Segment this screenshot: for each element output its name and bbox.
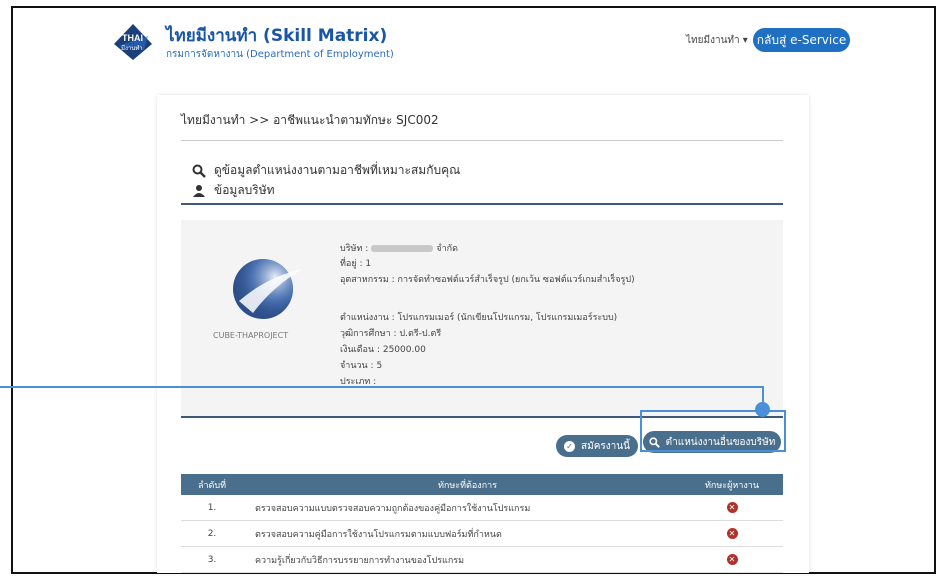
row-no: 1. [181,495,243,521]
col-header-skill: ทักษะที่ต้องการ [243,474,681,495]
table-header-row: ลำดับที่ ทักษะที่ต้องการ ทักษะผู้หางาน [181,474,783,495]
row-no: 2. [181,520,243,547]
eservice-button[interactable]: กลับสู่ e-Service [753,28,850,52]
table-row: 3. ความรู้เกี่ยวกับวิธีการบรรยายการทำงาน… [181,546,783,573]
row-skill: ตรวจสอบความคู่มือการใช้งานโปรแกรมตามแบบฟ… [243,520,681,547]
apply-job-label: สมัครงานนี้ [581,440,630,452]
search-section-label: ดูข้อมูลตำแหน่งงานตามอาชีพที่เหมาะสมกับค… [214,163,461,177]
breadcrumb: ไทยมีงานทำ >> อาชีพแนะนำตามทักษะ SJC002 [181,113,439,127]
row-no: 3. [181,546,243,573]
job-salary: เงินเดือน : 25000.00 [340,345,426,355]
col-header-seeker: ทักษะผู้หางาน [681,474,783,495]
thai-logo[interactable]: THAI มีงานทำ [110,22,156,62]
check-circle-icon: ✓ [564,440,576,452]
job-education: วุฒิการศึกษา : ป.ตรี-ป.ตรี [340,329,442,339]
company-name-blurred [371,245,434,252]
x-circle-icon: ✕ [726,554,738,565]
logo-text-top: THAI [122,33,143,43]
annotation-pointer-line [0,386,764,388]
user-icon [193,184,205,197]
company-logo-caption: CUBE-THAPROJECT [213,331,288,340]
job-count: จำนวน : 5 [340,361,383,371]
apply-job-button[interactable]: ✓ สมัครงานนี้ [556,435,638,457]
skills-table: ลำดับที่ ทักษะที่ต้องการ ทักษะผู้หางาน 1… [181,474,783,573]
company-logo: CUBE-THAPROJECT [213,241,328,346]
company-section-label: ข้อมูลบริษัท [214,183,275,197]
job-position: ตำแหน่งงาน : โปรแกรมเมอร์ (นักเขียนโปรแก… [340,313,618,323]
search-section-title: ดูข้อมูลตำแหน่งงานตามอาชีพที่เหมาะสมกับค… [192,161,460,180]
annotation-pointer-dot [755,402,770,417]
search-icon [192,164,206,178]
row-skill: ตรวจสอบความแบบตรวจสอบความถูกต้องของคู่มื… [243,495,681,521]
company-name-line: บริษัท : จำกัด [340,241,458,255]
section-divider [181,203,783,205]
row-skill: ความรู้เกี่ยวกับวิธีการบรรยายการทำงานของ… [243,546,681,573]
x-circle-icon: ✕ [726,528,738,539]
company-section-title: ข้อมูลบริษัท [192,181,275,200]
col-header-no: ลำดับที่ [181,474,243,495]
company-address: ที่อยู่ : 1 [340,259,372,269]
nav-menu-dropdown[interactable]: ไทยมีงานทำ ▾ [686,33,748,48]
company-industry: อุตสาหกรรม : การจัดทำซอฟต์แวร์สำเร็จรูป … [340,275,635,285]
company-name-suffix: จำกัด [436,244,458,254]
company-name-prefix: บริษัท : [340,244,369,254]
table-row: 2. ตรวจสอบความคู่มือการใช้งานโปรแกรมตามแ… [181,520,783,547]
brand-title: ไทยมีงานทำ (Skill Matrix) [166,26,388,46]
breadcrumb-divider [181,140,783,141]
brand-subtitle: กรมการจัดหางาน (Department of Employment… [166,49,394,60]
x-circle-icon: ✕ [726,502,738,513]
table-row: 1. ตรวจสอบความแบบตรวจสอบความถูกต้องของคู… [181,495,783,521]
logo-text-bottom: มีงานทำ [121,44,143,52]
